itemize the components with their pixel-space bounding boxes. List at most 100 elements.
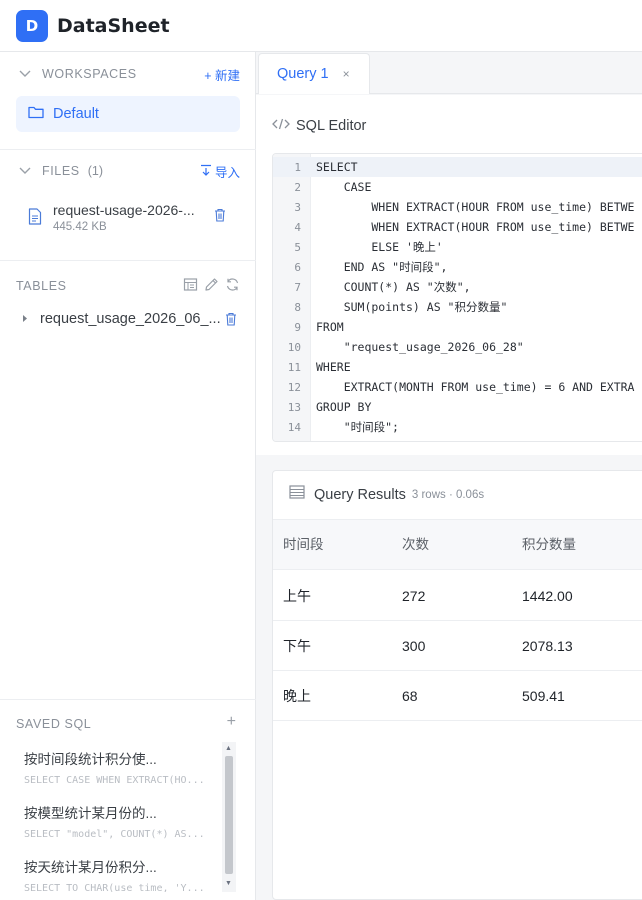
files-section-header[interactable]: FILES (1) 导入	[0, 161, 256, 181]
code-icon	[272, 117, 290, 135]
line-number: 12	[287, 381, 301, 394]
saved-sql-title: 按时间段统计积分使...	[24, 752, 157, 767]
code-line[interactable]: 6 END AS "时间段",	[273, 257, 642, 277]
saved-sql-preview: SELECT "model", COUNT(*) AS...	[24, 829, 205, 840]
import-label: 导入	[214, 165, 240, 180]
import-icon	[200, 164, 212, 179]
query-results-title: Query Results	[314, 486, 406, 503]
workspaces-label: WORKSPACES	[42, 67, 137, 81]
code-line[interactable]: 13 GROUP BY	[273, 397, 642, 417]
code-line[interactable]: 7 COUNT(*) AS "次数",	[273, 277, 642, 297]
saved-sql-title: 按模型统计某月份的...	[24, 806, 157, 821]
workspace-item-default[interactable]: Default	[16, 96, 240, 132]
delete-table-button[interactable]	[225, 312, 237, 331]
line-number: 10	[287, 341, 301, 354]
code-editor[interactable]: 1 SELECT 2 CASE 3 WHEN EXTRACT(HOUR FROM …	[272, 153, 642, 442]
code-line[interactable]: 1 SELECT	[273, 157, 642, 177]
code-line[interactable]: 3 WHEN EXTRACT(HOUR FROM use_time) BETWE	[273, 197, 642, 217]
column-header[interactable]: 次数	[402, 520, 429, 570]
refresh-icon[interactable]	[225, 277, 240, 297]
code-line[interactable]: 12 EXTRACT(MONTH FROM use_time) = 6 AND …	[273, 377, 642, 397]
line-number: 11	[287, 361, 301, 374]
line-number: 6	[294, 261, 301, 274]
code-line[interactable]: 9 FROM	[273, 317, 642, 337]
line-number: 7	[294, 281, 301, 294]
code-line[interactable]: 4 WHEN EXTRACT(HOUR FROM use_time) BETWE	[273, 217, 642, 237]
table-cell: 晚上	[283, 688, 311, 704]
code-text: END AS "时间段",	[316, 260, 448, 274]
scroll-down-arrow-icon[interactable]: ▼	[225, 880, 232, 887]
workspace-item-label: Default	[53, 106, 99, 122]
scrollbar-thumb[interactable]	[225, 756, 233, 874]
app-header: D DataSheet	[0, 0, 642, 52]
tables-section-header: TABLES	[16, 277, 240, 295]
chevron-down-icon[interactable]	[18, 164, 32, 178]
code-text: FROM	[316, 320, 344, 334]
table-item[interactable]: request_usage_2026_06_...	[22, 308, 240, 330]
table-cell: 下午	[283, 638, 311, 654]
sql-editor-title: SQL Editor	[296, 118, 367, 134]
edit-icon[interactable]	[204, 277, 219, 297]
saved-sql-title: 按天统计某月份积分...	[24, 860, 157, 875]
saved-sql-item[interactable]: 按模型统计某月份的... SELECT "model", COUNT(*) AS…	[24, 802, 214, 840]
code-line[interactable]: 5 ELSE '晚上'	[273, 237, 642, 257]
saved-sql-item[interactable]: 按时间段统计积分使... SELECT CASE WHEN EXTRACT(HO…	[24, 748, 214, 786]
code-line[interactable]: 14 "时间段";	[273, 417, 642, 437]
code-text: WHEN EXTRACT(HOUR FROM use_time) BETWE	[316, 200, 635, 214]
code-text: SUM(points) AS "积分数量"	[316, 300, 508, 314]
trash-icon	[226, 312, 236, 326]
saved-sql-preview: SELECT TO_CHAR(use_time, 'Y...	[24, 883, 205, 892]
file-name: request-usage-2026-...	[53, 202, 195, 218]
app-logo: D	[16, 9, 48, 42]
code-line[interactable]: 11 WHERE	[273, 357, 642, 377]
line-number: 9	[294, 321, 301, 334]
column-header[interactable]: 积分数量	[522, 520, 576, 570]
file-item[interactable]: request-usage-2026-... 445.42 KB	[28, 202, 240, 238]
saved-sql-list: 按时间段统计积分使... SELECT CASE WHEN EXTRACT(HO…	[16, 742, 238, 892]
chevron-down-icon[interactable]	[18, 67, 32, 81]
column-header[interactable]: 时间段	[283, 520, 324, 570]
table-row: 下午 300 2078.13	[273, 621, 642, 671]
caret-right-icon[interactable]	[22, 314, 32, 325]
scroll-up-arrow-icon[interactable]: ▲	[225, 745, 232, 752]
tab-query-1[interactable]: Query 1 ×	[258, 53, 370, 94]
line-number: 3	[294, 201, 301, 214]
table-schema-icon[interactable]	[183, 277, 198, 297]
table-row: 上午 272 1442.00	[273, 571, 642, 621]
main-panel: Query 1 × SQL Editor 1 SELECT 2 CASE 3 WH…	[256, 52, 642, 900]
import-file-button[interactable]: 导入	[200, 162, 240, 181]
delete-file-button[interactable]	[214, 208, 226, 227]
query-results: Query Results 3 rows · 0.06s 时间段 次数 积分数量…	[272, 470, 642, 900]
line-number: 14	[287, 421, 301, 434]
code-text: "时间段";	[316, 420, 399, 434]
divider	[0, 149, 256, 150]
tables-label: TABLES	[16, 279, 67, 293]
table-cell: 68	[402, 688, 418, 704]
code-text: COUNT(*) AS "次数",	[316, 280, 471, 294]
file-size: 445.42 KB	[53, 221, 107, 233]
files-count: (1)	[87, 164, 104, 178]
table-cell: 509.41	[522, 688, 565, 704]
code-line[interactable]: 2 CASE	[273, 177, 642, 197]
code-line[interactable]: 10 "request_usage_2026_06_28"	[273, 337, 642, 357]
sql-editor-panel: SQL Editor 1 SELECT 2 CASE 3 WHEN EXTRACT…	[256, 95, 642, 455]
workspaces-section-header[interactable]: WORKSPACES + 新建	[0, 64, 256, 84]
saved-sql-scrollbar[interactable]: ▲ ▼	[222, 742, 236, 892]
folder-icon	[28, 105, 44, 124]
line-number: 8	[294, 301, 301, 314]
saved-sql-item[interactable]: 按天统计某月份积分... SELECT TO_CHAR(use_time, 'Y…	[24, 856, 214, 892]
code-line[interactable]: 8 SUM(points) AS "积分数量"	[273, 297, 642, 317]
add-saved-sql-button[interactable]: +	[227, 713, 236, 731]
new-workspace-button[interactable]: + 新建	[204, 65, 240, 84]
app-logo-letter: D	[25, 16, 39, 35]
app-title: DataSheet	[57, 14, 170, 37]
table-cell: 2078.13	[522, 638, 573, 654]
saved-sql-header: SAVED SQL +	[16, 713, 240, 733]
divider	[0, 699, 256, 700]
files-label: FILES	[42, 164, 80, 178]
query-results-meta: 3 rows · 0.06s	[411, 488, 485, 501]
trash-icon	[215, 208, 225, 222]
tab-label: Query 1	[277, 66, 329, 82]
sql-editor-header: SQL Editor	[272, 117, 366, 135]
close-icon[interactable]: ×	[343, 67, 350, 81]
